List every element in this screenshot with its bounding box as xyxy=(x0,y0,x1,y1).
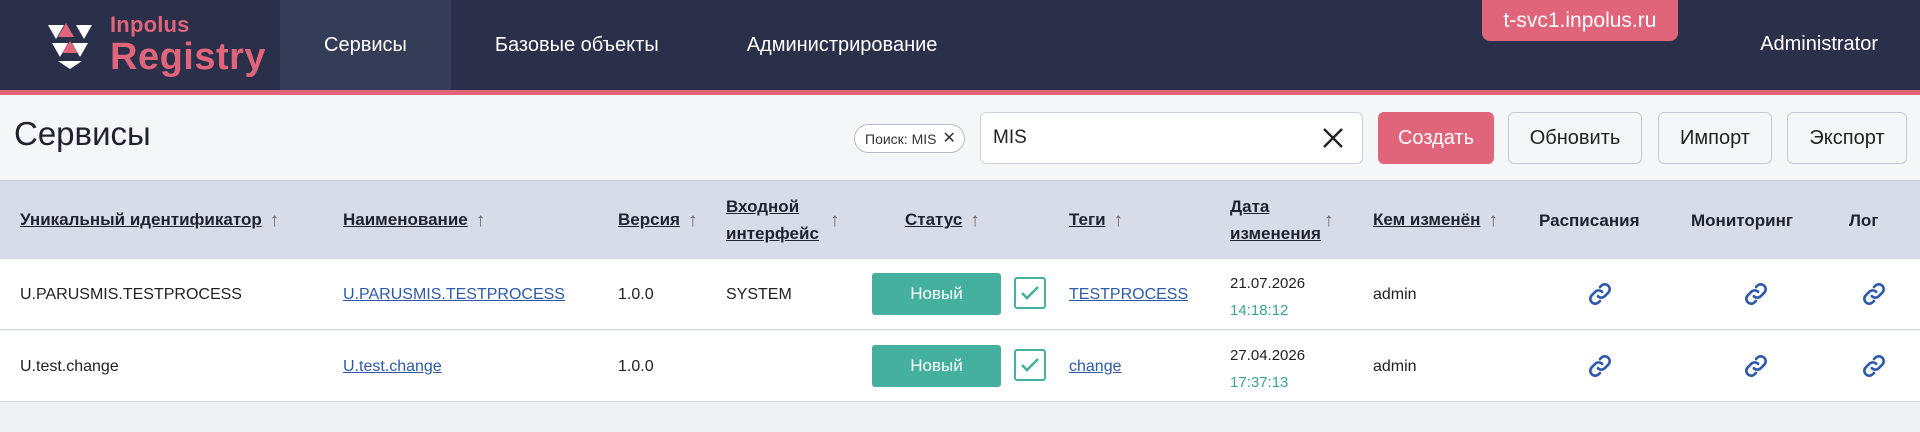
column-label: Лог xyxy=(1849,210,1879,230)
search-filter-chip[interactable]: Поиск: MIS ✕ xyxy=(854,124,965,153)
column-header-log: Лог xyxy=(1849,181,1878,260)
filter-chip-label: Поиск: MIS xyxy=(865,130,937,147)
cell-id: U.PARUSMIS.TESTPROCESS xyxy=(20,285,242,303)
clear-icon[interactable] xyxy=(1320,125,1346,151)
top-navbar: Inpolus Registry Сервисы Базовые объекты… xyxy=(0,0,1920,90)
logo-small-text: Inpolus xyxy=(110,12,190,37)
sort-arrow-icon: ↑ xyxy=(475,209,486,231)
column-header-monitoring: Мониторинг xyxy=(1691,181,1793,260)
cell-date: 21.07.2026 14:18:12 xyxy=(1230,270,1305,324)
page-title: Сервисы xyxy=(14,115,151,152)
cell-date: 27.04.2026 17:37:13 xyxy=(1230,342,1305,396)
sort-arrow-icon: ↑ xyxy=(1324,209,1334,231)
create-button[interactable]: Создать xyxy=(1378,112,1494,164)
date-value: 27.04.2026 xyxy=(1230,347,1306,364)
search-input[interactable] xyxy=(993,113,1293,163)
column-header-name[interactable]: Наименование ↑ xyxy=(343,181,485,260)
table-row[interactable]: U.PARUSMIS.TESTPROCESS U.PARUSMIS.TESTPR… xyxy=(0,259,1920,330)
page-toolbar: Сервисы Поиск: MIS ✕ Создать Обновить Им… xyxy=(0,95,1920,180)
sort-arrow-icon: ↑ xyxy=(687,209,698,231)
schedules-link-icon[interactable] xyxy=(1587,281,1613,307)
column-label: Уникальный идентификатор xyxy=(20,210,262,230)
cell-interface: SYSTEM xyxy=(726,285,792,303)
search-box xyxy=(980,112,1363,164)
schedules-link-icon[interactable] xyxy=(1587,353,1613,379)
cell-changed-by: admin xyxy=(1373,357,1417,375)
logo-icon xyxy=(48,23,92,69)
main-nav: Сервисы Базовые объекты Администрировани… xyxy=(280,0,981,90)
column-header-schedules: Расписания xyxy=(1539,181,1640,260)
close-icon[interactable]: ✕ xyxy=(942,130,955,147)
cell-id: U.test.change xyxy=(20,357,119,375)
nav-item-base-objects[interactable]: Базовые объекты xyxy=(451,0,703,90)
column-header-interface[interactable]: Входной интерфейс ↑ xyxy=(726,181,846,260)
column-label: Статус xyxy=(905,210,963,230)
cell-changed-by: admin xyxy=(1373,285,1417,303)
column-label: Теги xyxy=(1069,210,1106,230)
sort-arrow-icon: ↑ xyxy=(1113,209,1124,231)
cell-tag-link[interactable]: TESTPROCESS xyxy=(1069,259,1188,330)
import-button[interactable]: Импорт xyxy=(1658,112,1772,164)
column-label: Мониторинг xyxy=(1691,210,1793,230)
column-header-status[interactable]: Статус ↑ xyxy=(905,181,980,260)
nav-item-administration[interactable]: Администрирование xyxy=(703,0,982,90)
column-label: Входной интерфейс xyxy=(726,197,819,243)
environment-badge: t-svc1.inpolus.ru xyxy=(1482,0,1678,41)
cell-tag-link[interactable]: change xyxy=(1069,331,1122,402)
column-label: Наименование xyxy=(343,210,468,230)
status-checkbox[interactable] xyxy=(1014,277,1046,309)
time-value: 17:37:13 xyxy=(1230,374,1289,391)
status-checkbox[interactable] xyxy=(1014,349,1046,381)
sort-arrow-icon: ↑ xyxy=(970,209,980,231)
cell-version: 1.0.0 xyxy=(618,357,654,375)
log-link-icon[interactable] xyxy=(1861,353,1887,379)
table-header: Уникальный идентификатор ↑ Наименование ↑ … xyxy=(0,180,1920,259)
column-header-version[interactable]: Версия ↑ xyxy=(618,181,697,260)
export-button[interactable]: Экспорт xyxy=(1787,112,1907,164)
column-label: Кем изменён xyxy=(1373,210,1481,230)
refresh-button[interactable]: Обновить xyxy=(1508,112,1642,164)
check-icon xyxy=(1021,358,1039,372)
nav-item-services[interactable]: Сервисы xyxy=(280,0,451,90)
date-value: 21.07.2026 xyxy=(1230,275,1306,292)
app-logo[interactable]: Inpolus Registry xyxy=(44,14,266,76)
sort-arrow-icon: ↑ xyxy=(269,209,280,231)
cell-name-link[interactable]: U.PARUSMIS.TESTPROCESS xyxy=(343,259,565,330)
column-label: Версия xyxy=(618,210,680,230)
logo-text: Inpolus Registry xyxy=(110,12,267,78)
status-badge: Новый xyxy=(872,273,1001,315)
log-link-icon[interactable] xyxy=(1861,281,1887,307)
monitoring-link-icon[interactable] xyxy=(1743,353,1769,379)
column-header-tags[interactable]: Теги ↑ xyxy=(1069,181,1123,260)
time-value: 14:18:12 xyxy=(1230,302,1289,319)
check-icon xyxy=(1021,286,1039,300)
column-header-id[interactable]: Уникальный идентификатор ↑ xyxy=(20,181,279,260)
sort-arrow-icon: ↑ xyxy=(830,209,840,231)
sort-arrow-icon: ↑ xyxy=(1488,209,1498,231)
logo-big-text: Registry xyxy=(110,36,267,78)
monitoring-link-icon[interactable] xyxy=(1743,281,1769,307)
column-header-changed-by[interactable]: Кем изменён ↑ xyxy=(1373,181,1498,260)
column-label: Дата изменения xyxy=(1230,197,1321,243)
table-row[interactable]: U.test.change U.test.change 1.0.0 Новый … xyxy=(0,331,1920,402)
user-menu[interactable]: Administrator xyxy=(1760,0,1878,88)
cell-name-link[interactable]: U.test.change xyxy=(343,331,442,402)
cell-version: 1.0.0 xyxy=(618,285,654,303)
column-header-date[interactable]: Дата изменения ↑ xyxy=(1230,181,1340,260)
status-badge: Новый xyxy=(872,345,1001,387)
column-label: Расписания xyxy=(1539,210,1640,230)
